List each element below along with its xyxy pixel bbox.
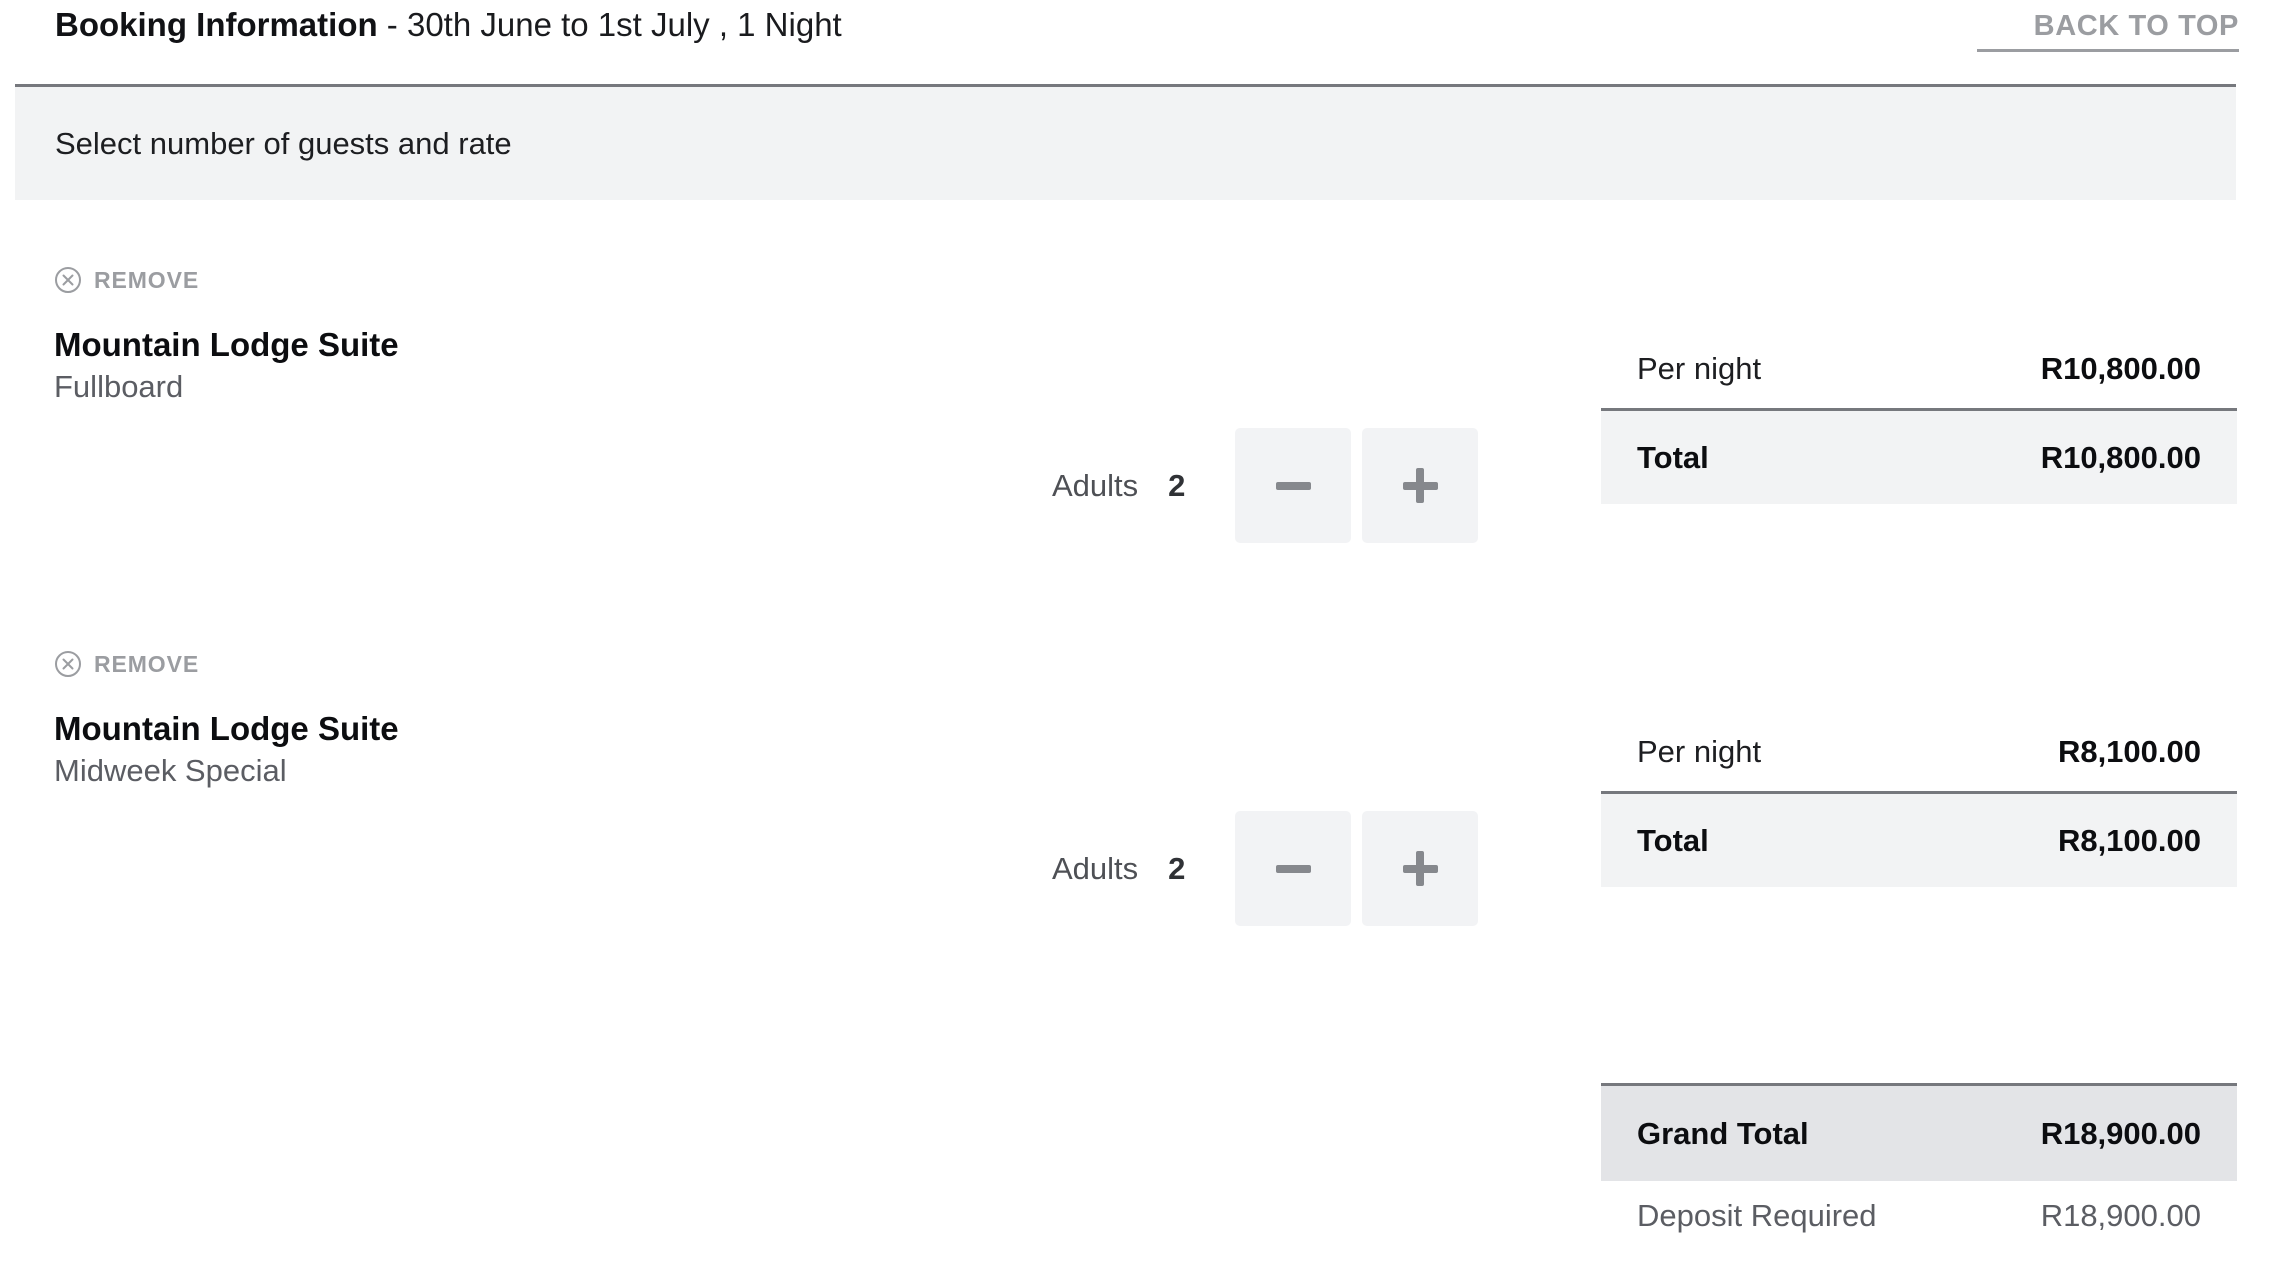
room-total-row: Total R10,800.00 — [1601, 408, 2237, 504]
instruction-banner-text: Select number of guests and rate — [55, 126, 512, 162]
room-total-value: R10,800.00 — [2041, 440, 2201, 476]
back-to-top-link[interactable]: BACK TO TOP — [1977, 8, 2239, 52]
remove-room-label: REMOVE — [94, 266, 199, 294]
room-total-value: R8,100.00 — [2058, 823, 2201, 859]
grand-total-row: Grand Total R18,900.00 — [1601, 1083, 2237, 1181]
plus-icon — [1403, 851, 1438, 886]
adults-increment-button[interactable] — [1362, 811, 1478, 926]
remove-room-button[interactable]: REMOVE — [54, 266, 199, 294]
per-night-row: Per night R10,800.00 — [1601, 330, 2237, 408]
room-price-panel: Per night R10,800.00 Total R10,800.00 — [1601, 330, 2237, 504]
room-rate-name: Fullboard — [54, 368, 183, 406]
remove-room-button[interactable]: REMOVE — [54, 650, 199, 678]
page-title-strong: Booking Information — [55, 6, 378, 43]
instruction-banner: Select number of guests and rate — [15, 84, 2236, 200]
summary-panel: Grand Total R18,900.00 Deposit Required … — [1601, 1083, 2237, 1251]
back-to-top-underline — [1977, 49, 2239, 52]
adults-decrement-button[interactable] — [1235, 811, 1351, 926]
room-name: Mountain Lodge Suite — [54, 325, 399, 365]
room-price-panel: Per night R8,100.00 Total R8,100.00 — [1601, 713, 2237, 887]
per-night-value: R10,800.00 — [2041, 351, 2201, 387]
page-title-dates: - 30th June to 1st July , 1 Night — [378, 6, 842, 43]
page-title: Booking Information - 30th June to 1st J… — [55, 5, 842, 45]
room-name: Mountain Lodge Suite — [54, 709, 399, 749]
per-night-label: Per night — [1637, 734, 1761, 770]
remove-room-label: REMOVE — [94, 650, 199, 678]
back-to-top-label: BACK TO TOP — [1977, 8, 2239, 44]
room-total-row: Total R8,100.00 — [1601, 791, 2237, 887]
per-night-label: Per night — [1637, 351, 1761, 387]
page-header: Booking Information - 30th June to 1st J… — [0, 0, 2286, 84]
deposit-required-label: Deposit Required — [1637, 1198, 1877, 1234]
adults-label: Adults — [1052, 851, 1138, 887]
adults-count: 2 — [1168, 468, 1185, 504]
deposit-required-value: R18,900.00 — [2041, 1198, 2201, 1234]
per-night-value: R8,100.00 — [2058, 734, 2201, 770]
circle-x-icon — [54, 266, 82, 294]
adults-label: Adults — [1052, 468, 1138, 504]
room-total-label: Total — [1637, 823, 1709, 859]
deposit-required-row: Deposit Required R18,900.00 — [1601, 1181, 2237, 1251]
grand-total-value: R18,900.00 — [2041, 1116, 2201, 1152]
circle-x-icon — [54, 650, 82, 678]
minus-icon — [1276, 865, 1311, 873]
adults-count: 2 — [1168, 851, 1185, 887]
minus-icon — [1276, 482, 1311, 490]
room-total-label: Total — [1637, 440, 1709, 476]
adults-decrement-button[interactable] — [1235, 428, 1351, 543]
adults-stepper: Adults 2 — [1052, 428, 1478, 543]
per-night-row: Per night R8,100.00 — [1601, 713, 2237, 791]
plus-icon — [1403, 468, 1438, 503]
adults-stepper: Adults 2 — [1052, 811, 1478, 926]
adults-increment-button[interactable] — [1362, 428, 1478, 543]
room-rate-name: Midweek Special — [54, 752, 287, 790]
booking-information-page: Booking Information - 30th June to 1st J… — [0, 0, 2286, 1282]
grand-total-label: Grand Total — [1637, 1116, 1809, 1152]
